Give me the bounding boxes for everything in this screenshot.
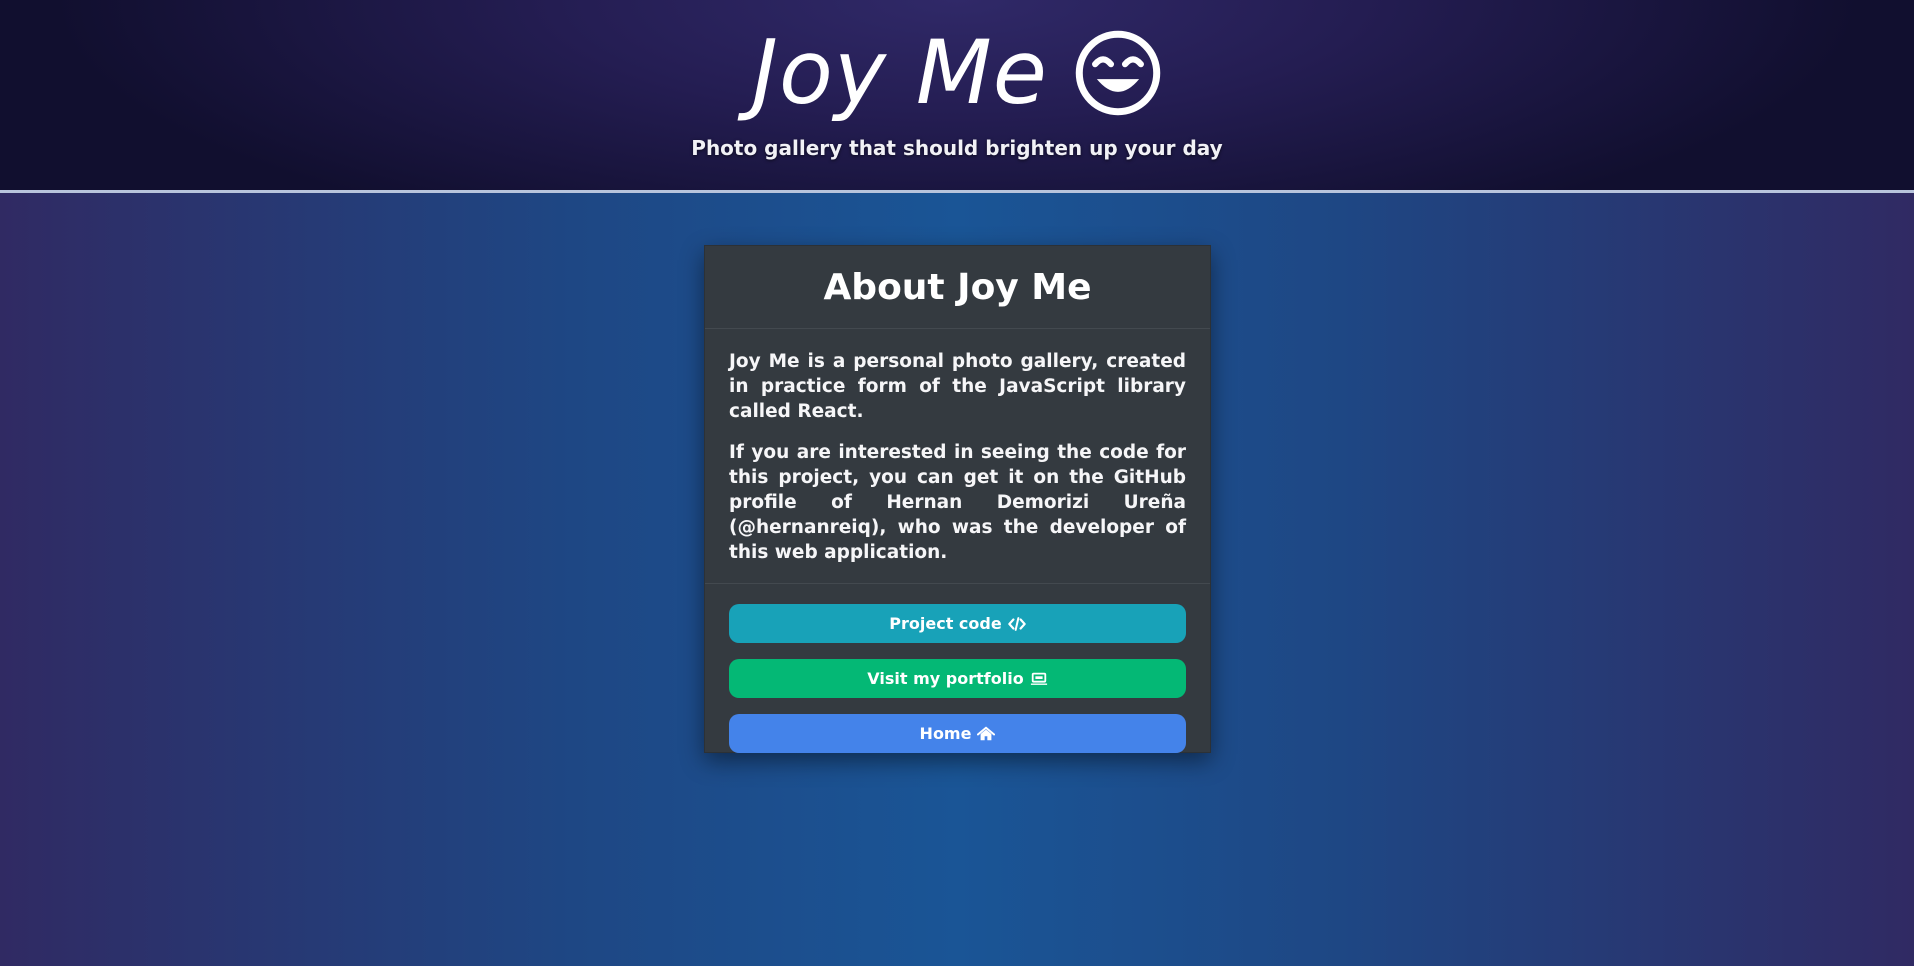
site-title: Joy Me (752, 21, 1048, 124)
project-code-button[interactable]: Project code (729, 604, 1186, 643)
brand[interactable]: Joy Me (0, 18, 1914, 128)
visit-portfolio-button[interactable]: Visit my portfolio (729, 659, 1186, 698)
project-code-label: Project code (889, 614, 1002, 633)
site-tagline: Photo gallery that should brighten up yo… (691, 136, 1223, 160)
about-paragraph: Joy Me is a personal photo gallery, crea… (729, 351, 1186, 422)
about-card: About Joy Me Joy Me is a personal photo … (704, 245, 1211, 753)
card-title: About Joy Me (823, 266, 1092, 308)
home-button[interactable]: Home (729, 714, 1186, 753)
home-label: Home (919, 724, 972, 743)
visit-portfolio-label: Visit my portfolio (867, 669, 1024, 688)
card-header: About Joy Me (705, 246, 1210, 329)
home-icon (977, 726, 996, 740)
about-paragraph: If you are interested in seeing the code… (729, 442, 1186, 563)
card-body: Joy Me is a personal photo gallery, crea… (705, 329, 1210, 584)
code-icon (1007, 616, 1026, 631)
card-actions: Project code Visit my portfolio Home (705, 584, 1210, 773)
laptop-icon (1030, 672, 1047, 685)
site-header: Joy Me Photo gallery that should brighte… (0, 0, 1914, 193)
smiley-face-icon (1075, 30, 1161, 116)
